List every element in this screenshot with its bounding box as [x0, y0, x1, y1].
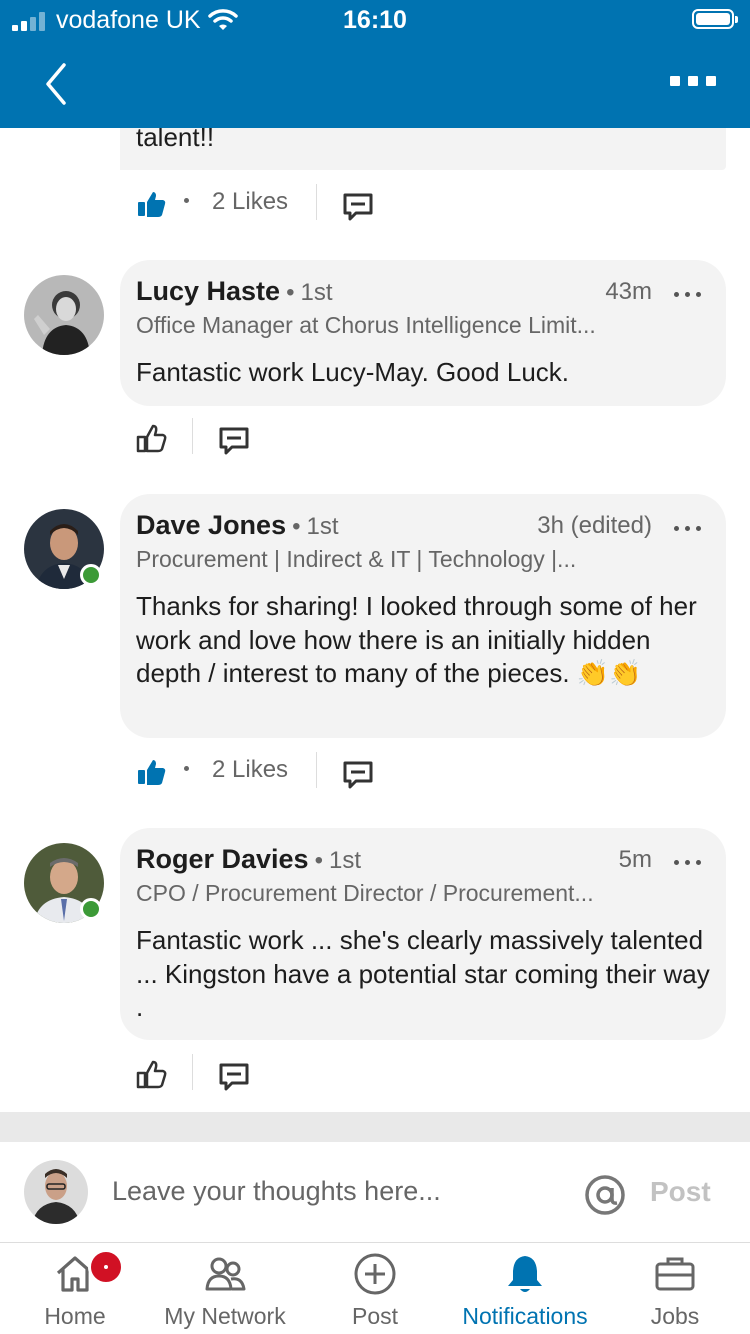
comment-text: Fantastic work ... she's clearly massive…	[136, 925, 710, 1022]
tab-home[interactable]: Home	[10, 1243, 140, 1334]
thumbs-up-filled-icon[interactable]	[136, 756, 168, 788]
comment-actions: 2 Likes	[136, 184, 436, 226]
battery-icon	[692, 9, 738, 29]
online-status-indicator	[80, 564, 102, 586]
commenter-name[interactable]: Lucy Haste • 1st	[136, 276, 332, 307]
post-comment-button[interactable]: Post	[650, 1176, 711, 1208]
commenter-name[interactable]: Dave Jones • 1st	[136, 510, 339, 541]
reply-icon[interactable]	[218, 426, 250, 456]
comment-time: 3h (edited)	[537, 512, 652, 539]
briefcase-icon	[655, 1257, 695, 1291]
comment-bubble: Dave Jones • 1st 3h (edited) Procurement |…	[120, 494, 726, 738]
online-status-indicator	[80, 898, 102, 920]
status-bar: vodafone UK 16:10	[0, 0, 750, 40]
more-options-icon[interactable]	[670, 76, 718, 92]
comment-bubble: talent!!	[120, 128, 726, 170]
comment-text: Thanks for sharing! I looked through som…	[136, 591, 697, 688]
comment-actions	[136, 418, 436, 460]
thumbs-up-icon[interactable]	[136, 422, 168, 454]
comments-list: talent!! 2 Likes Lucy Haste • 1st 43m Offi…	[0, 128, 750, 1112]
tab-my-network[interactable]: My Network	[150, 1243, 300, 1334]
more-options-icon[interactable]	[674, 860, 702, 866]
comment-text: talent!!	[136, 128, 215, 152]
tab-jobs[interactable]: Jobs	[610, 1243, 740, 1334]
commenter-headline: Procurement | Indirect & IT | Technology…	[136, 546, 577, 572]
bell-icon	[508, 1256, 542, 1292]
section-divider	[0, 1112, 750, 1142]
separator-dot	[184, 198, 189, 203]
divider	[192, 1054, 193, 1090]
likes-count[interactable]: 2 Likes	[212, 188, 288, 216]
avatar[interactable]	[24, 275, 104, 355]
comment-actions: 2 Likes	[136, 752, 436, 794]
commenter-name[interactable]: Roger Davies • 1st	[136, 844, 361, 875]
status-time: 16:10	[343, 6, 407, 34]
likes-count[interactable]: 2 Likes	[212, 756, 288, 784]
reply-icon[interactable]	[342, 192, 374, 222]
tab-label: Post	[351, 1303, 399, 1329]
comment-bubble: Roger Davies • 1st 5m CPO / Procurement Di…	[120, 828, 726, 1040]
divider	[316, 752, 317, 788]
divider	[192, 418, 193, 454]
commenter-headline: CPO / Procurement Director / Procurement…	[136, 880, 594, 906]
mention-icon[interactable]	[584, 1174, 626, 1216]
back-icon[interactable]	[42, 62, 72, 106]
separator-dot	[184, 766, 189, 771]
more-options-icon[interactable]	[674, 526, 702, 532]
comment-time: 43m	[605, 278, 652, 305]
commenter-headline: Office Manager at Chorus Intelligence Li…	[136, 312, 596, 338]
comment-time: 5m	[618, 846, 652, 873]
tab-label: Notifications	[462, 1303, 588, 1329]
plus-circle-icon	[354, 1253, 396, 1295]
nav-bar	[0, 40, 750, 128]
notification-badge	[88, 1249, 124, 1285]
comment-composer: Leave your thoughts here... Post	[0, 1142, 750, 1243]
network-icon	[205, 1257, 246, 1291]
tab-label: Home	[44, 1303, 106, 1329]
reply-icon[interactable]	[218, 1062, 250, 1092]
tab-label: Jobs	[650, 1303, 700, 1329]
divider	[316, 184, 317, 220]
reply-icon[interactable]	[342, 760, 374, 790]
comment-text: Fantastic work Lucy-May. Good Luck.	[136, 357, 570, 387]
comment-input[interactable]: Leave your thoughts here...	[112, 1176, 441, 1207]
more-options-icon[interactable]	[674, 292, 702, 298]
thumbs-up-filled-icon[interactable]	[136, 188, 168, 220]
tab-label: My Network	[164, 1303, 286, 1329]
comment-actions	[136, 1054, 436, 1096]
bottom-tab-bar: Home My Network Post Notifications Jobs	[0, 1243, 750, 1334]
tab-notifications[interactable]: Notifications	[445, 1243, 605, 1334]
user-avatar	[24, 1160, 88, 1224]
comment-bubble: Lucy Haste • 1st 43m Office Manager at Cho…	[120, 260, 726, 406]
thumbs-up-icon[interactable]	[136, 1058, 168, 1090]
tab-post[interactable]: Post	[310, 1243, 440, 1334]
